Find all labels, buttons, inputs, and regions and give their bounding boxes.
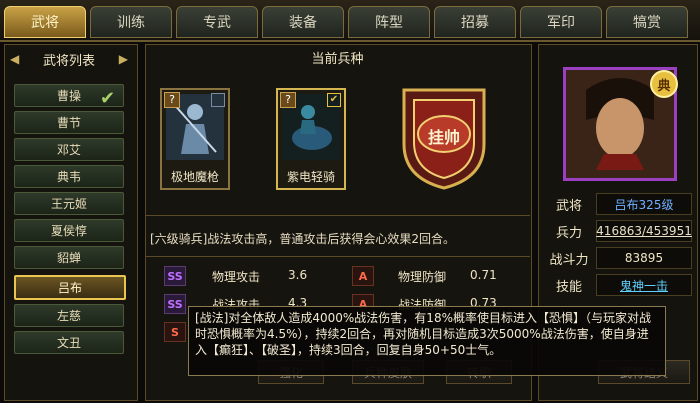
general-name-value: 吕布325级	[596, 193, 692, 215]
grade-badge: A	[352, 266, 374, 286]
general-list-title: 武将列表	[42, 53, 95, 69]
general-item-selected[interactable]: 吕布	[14, 275, 126, 300]
divider	[145, 256, 530, 257]
general-item[interactable]: 曹节	[14, 111, 124, 134]
unit-description: [六级骑兵]战法攻击高，普通攻击后获得会心效果2回合。	[150, 232, 456, 246]
grade-badge: SS	[164, 266, 186, 286]
commander-emblem: 挂帅	[400, 84, 488, 190]
stat-value: 0.71	[470, 268, 497, 282]
troops-value[interactable]: 416863/453951	[596, 220, 692, 242]
tab-training[interactable]: 训练	[90, 6, 172, 38]
general-item[interactable]: 王元姬	[14, 192, 124, 215]
unit-checkbox-checked[interactable]: ✔	[327, 93, 341, 107]
grade-badge: SS	[164, 294, 186, 314]
stat-label: 物理防御	[398, 270, 447, 284]
general-item[interactable]: 文丑	[14, 331, 124, 354]
general-item[interactable]: 貂蝉	[14, 246, 124, 269]
tab-weapon[interactable]: 专武	[176, 6, 258, 38]
tab-equipment[interactable]: 装备	[262, 6, 344, 38]
tab-reward[interactable]: 犒赏	[606, 6, 688, 38]
help-icon[interactable]: ?	[280, 92, 296, 108]
grade-badge: S	[164, 322, 186, 342]
info-label: 武将	[555, 199, 582, 214]
tab-seal[interactable]: 军印	[520, 6, 602, 38]
next-arrow-icon[interactable]: ▶	[119, 52, 128, 66]
tab-formation[interactable]: 阵型	[348, 6, 430, 38]
unit-checkbox[interactable]	[211, 93, 225, 107]
general-list-header: ◀ 武将列表 ▶	[10, 48, 128, 70]
unit-card-selected[interactable]: ? ✔ 紫电轻骑	[276, 88, 346, 190]
skill-link[interactable]: 鬼神一击	[596, 274, 692, 296]
info-label: 技能	[555, 280, 582, 295]
stat-label: 物理攻击	[212, 270, 261, 284]
unit-panel-title: 当前兵种	[311, 52, 364, 67]
emblem-label: 挂帅	[427, 128, 460, 147]
general-item[interactable]: 邓艾	[14, 138, 124, 161]
skill-tooltip: [战法]对全体敌人造成4000%战法伤害，有18%概率使目标进入【恐惧】（与玩家…	[188, 306, 666, 376]
unit-card[interactable]: ? 极地魔枪	[160, 88, 230, 190]
divider	[145, 215, 530, 216]
stat-value: 3.6	[288, 268, 308, 282]
power-value: 83895	[596, 247, 692, 269]
general-item[interactable]: 左慈	[14, 304, 124, 327]
prev-arrow-icon[interactable]: ◀	[10, 52, 19, 66]
info-label: 战斗力	[549, 253, 589, 268]
info-label: 兵力	[555, 226, 582, 241]
tab-recruit[interactable]: 招募	[434, 6, 516, 38]
unit-name: 极地魔枪	[170, 170, 219, 184]
rank-badge: 典	[650, 70, 678, 98]
help-icon[interactable]: ?	[164, 92, 180, 108]
tab-general[interactable]: 武将	[4, 6, 86, 38]
general-item[interactable]: 夏侯惇	[14, 219, 124, 242]
general-item[interactable]: 典韦	[14, 165, 124, 188]
unit-name: 紫电轻骑	[286, 170, 335, 184]
check-icon: ✔	[100, 88, 116, 109]
